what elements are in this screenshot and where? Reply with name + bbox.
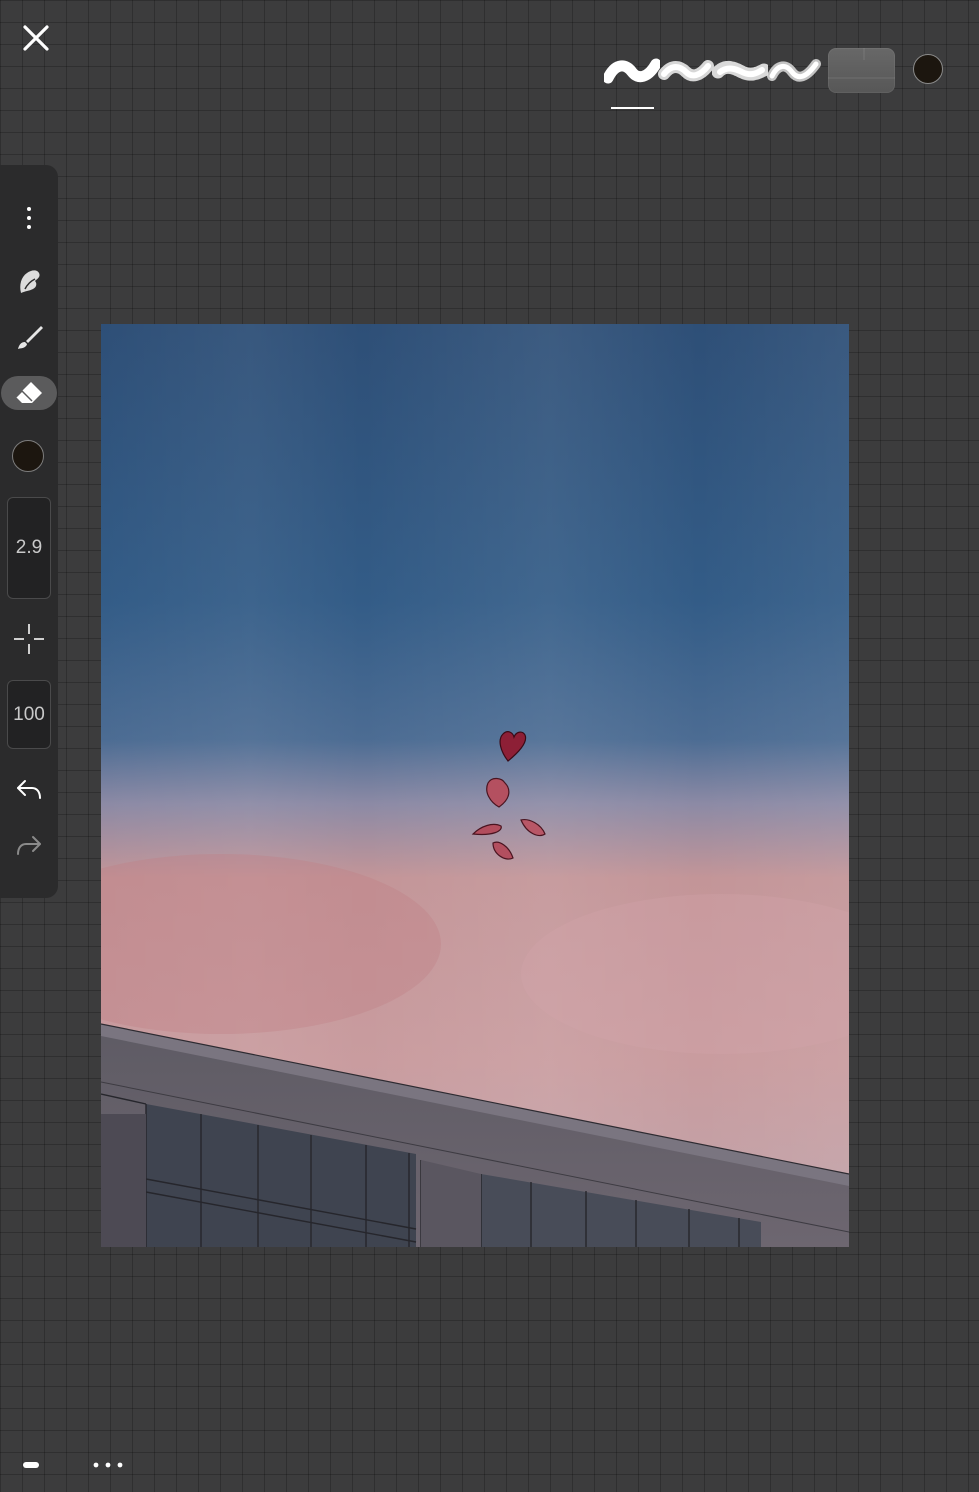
modify-button[interactable] — [0, 621, 58, 657]
tool-sidebar: 2.9 100 — [0, 165, 58, 898]
redo-button[interactable] — [0, 829, 58, 863]
close-icon — [23, 25, 49, 51]
brush-preset-2[interactable] — [658, 52, 714, 88]
sidebar-color-swatch[interactable] — [12, 440, 44, 472]
close-button[interactable] — [18, 20, 54, 56]
redo-icon — [17, 836, 41, 855]
horizontal-dots-icon — [93, 1462, 123, 1468]
bottom-handle[interactable] — [23, 1462, 39, 1468]
undo-button[interactable] — [0, 773, 58, 807]
smudge-tool-button[interactable] — [0, 263, 58, 299]
top-color-swatch[interactable] — [913, 54, 943, 84]
wet-brush-stroke-icon — [767, 59, 821, 82]
opacity-value: 100 — [13, 703, 45, 725]
drawing-canvas[interactable] — [101, 324, 849, 1247]
selected-brush-indicator — [611, 107, 654, 109]
opacity-slider[interactable]: 100 — [7, 680, 51, 749]
eraser-tool-button[interactable] — [0, 376, 58, 410]
vertical-dots-icon — [27, 207, 31, 229]
undo-icon — [17, 780, 41, 799]
brush-stroke-icon — [602, 58, 662, 84]
brush-preset-strip — [600, 44, 830, 114]
brush-preset-4[interactable] — [766, 52, 822, 88]
brush-preset-1[interactable] — [602, 52, 662, 88]
texture-swatch[interactable] — [828, 48, 895, 93]
brush-preset-3[interactable] — [711, 52, 771, 88]
bottom-more-button[interactable] — [90, 1456, 126, 1474]
crosshair-icon — [14, 624, 44, 654]
brush-tool-button[interactable] — [0, 320, 58, 356]
brush-size-slider[interactable]: 2.9 — [7, 497, 51, 599]
smudge-icon — [20, 270, 40, 293]
brush-icon — [18, 326, 43, 349]
eraser-icon — [15, 382, 42, 403]
sidebar-more-button[interactable] — [0, 201, 58, 235]
paper-texture-icon — [828, 48, 895, 79]
soft-brush-stroke-icon — [658, 60, 714, 82]
textured-brush-stroke-icon — [711, 60, 771, 81]
artwork — [101, 324, 849, 1247]
brush-size-value: 2.9 — [15, 537, 43, 558]
